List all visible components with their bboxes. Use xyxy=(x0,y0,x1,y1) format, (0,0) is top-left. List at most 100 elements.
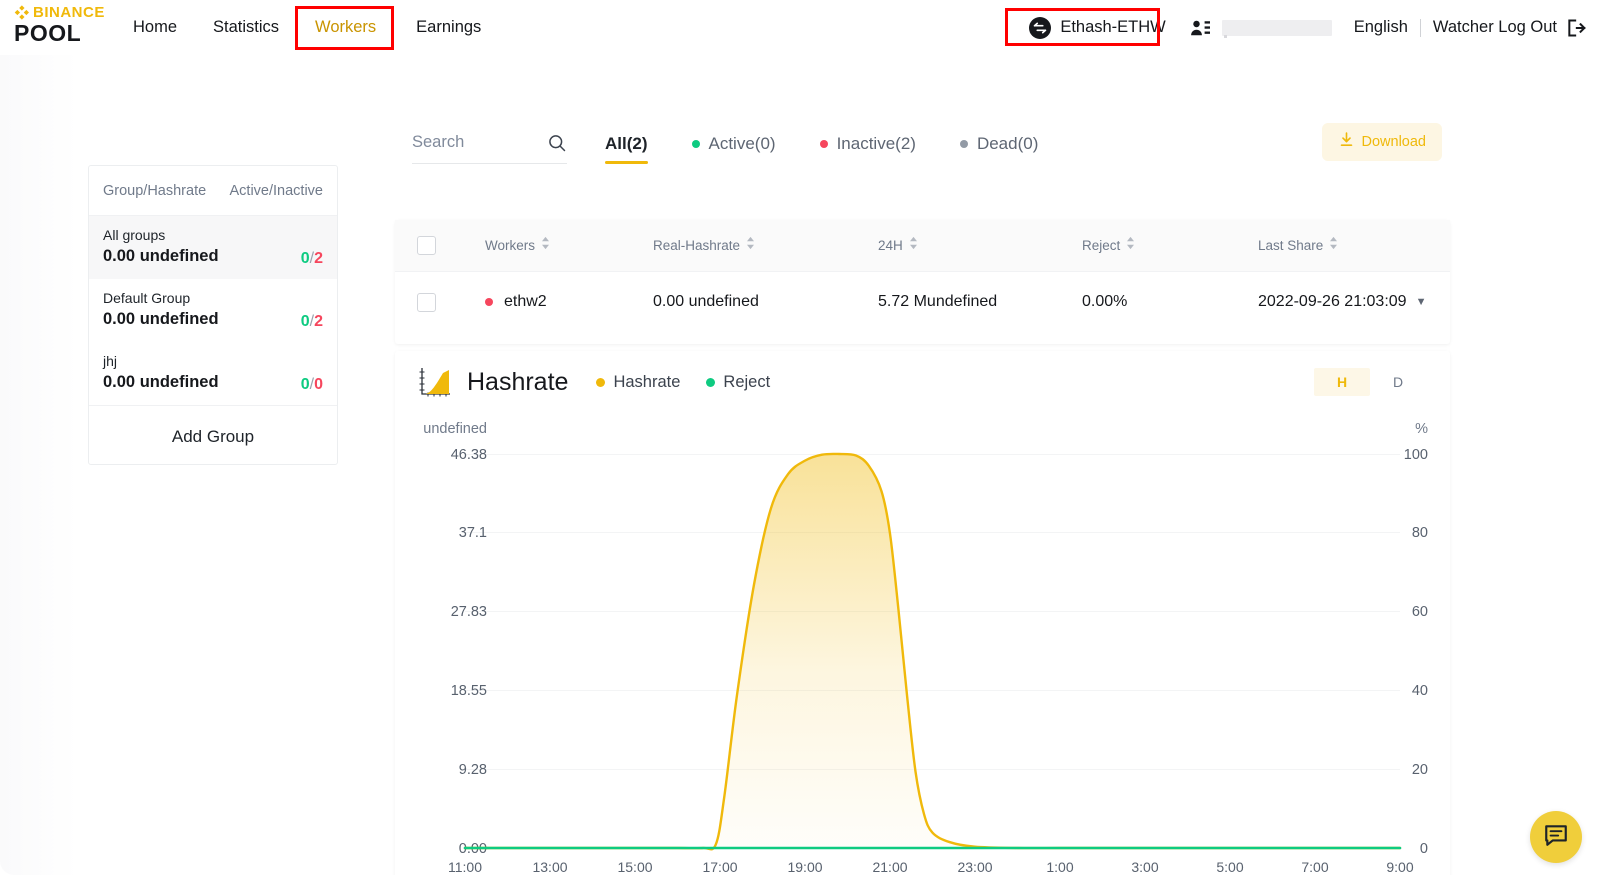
coin-selector[interactable]: Ethash-ETHW xyxy=(1021,16,1173,39)
status-filter-tabs: All(2) Active(0) Inactive(2) Dead(0) xyxy=(605,122,1082,166)
page-body: All(2) Active(0) Inactive(2) Dead(0) xyxy=(0,55,1600,875)
worker-last-share: 2022-09-26 21:03:09 xyxy=(1258,293,1407,310)
coin-swap-icon xyxy=(1029,16,1052,39)
row-checkbox[interactable] xyxy=(417,292,436,312)
group-inactive-count: 2 xyxy=(314,313,323,330)
search-icon[interactable] xyxy=(547,133,567,153)
left-edge-gradient xyxy=(0,55,78,875)
nav-item-statistics[interactable]: Statistics xyxy=(213,18,279,37)
header-reject[interactable]: Reject xyxy=(1058,236,1238,255)
download-label: Download xyxy=(1361,134,1427,150)
bar-chart-icon xyxy=(417,365,453,399)
group-hashrate: 0.00 undefined xyxy=(103,310,219,328)
group-counts: 0/2 xyxy=(301,313,323,331)
page-root: BINANCE POOL Home Statistics Workers Ear… xyxy=(0,0,1600,875)
group-counts: 0/2 xyxy=(301,250,323,268)
header-last-share-label: Last Share xyxy=(1258,238,1324,253)
add-group-button[interactable]: Add Group xyxy=(89,405,337,467)
group-inactive-count: 2 xyxy=(314,250,323,267)
row-select-cell xyxy=(395,292,453,312)
group-name: Default Group xyxy=(103,290,191,306)
table-row[interactable]: ethw2 0.00 undefined 5.72 Mundefined 0.0… xyxy=(395,272,1450,332)
chart-range-toggle: H D xyxy=(1314,368,1426,396)
range-button-hour[interactable]: H xyxy=(1314,368,1370,396)
worker-name: ethw2 xyxy=(504,293,547,310)
range-button-day[interactable]: D xyxy=(1370,368,1426,396)
chart-legend: Hashrate Reject xyxy=(596,373,770,392)
row-real-hashrate-cell: 0.00 undefined xyxy=(643,293,858,311)
header-divider xyxy=(1419,18,1421,37)
row-last-share-cell: 2022-09-26 21:03:09 ▼ xyxy=(1238,293,1448,311)
legend-dot-hashrate-icon xyxy=(596,377,606,387)
x-tick-label: 3:00 xyxy=(1131,859,1159,875)
chat-support-button[interactable] xyxy=(1530,811,1582,863)
chart-series-layer xyxy=(463,452,1402,851)
header-workers-label: Workers xyxy=(485,238,536,253)
header-real-hashrate[interactable]: Real-Hashrate xyxy=(643,236,858,255)
sort-icon[interactable] xyxy=(746,236,755,255)
download-button[interactable]: Download xyxy=(1321,123,1442,161)
watcher-logout-label[interactable]: Watcher Log Out xyxy=(1433,18,1557,37)
status-dot-active-icon xyxy=(691,140,700,148)
group-row-default-group[interactable]: Default Group 0.00 undefined 0/2 xyxy=(89,279,337,342)
x-tick-label: 21:00 xyxy=(872,859,908,875)
group-name: All groups xyxy=(103,227,166,243)
search-input[interactable] xyxy=(412,133,522,152)
group-name: jhj xyxy=(103,353,118,369)
tab-all[interactable]: All(2) xyxy=(605,122,648,166)
search-box[interactable] xyxy=(412,122,567,164)
worker-status-dot-icon xyxy=(485,298,493,306)
language-selector[interactable]: English xyxy=(1354,18,1408,37)
row-expand-chevron-down-icon[interactable]: ▼ xyxy=(1416,296,1427,308)
row-reject-cell: 0.00% xyxy=(1058,293,1238,311)
tab-inactive-label: Inactive(2) xyxy=(836,134,916,153)
chat-bubble-icon xyxy=(1543,822,1569,853)
x-tick-label: 19:00 xyxy=(787,859,823,875)
sort-icon[interactable] xyxy=(541,236,550,255)
header-24h-label: 24H xyxy=(878,238,903,253)
nav-item-workers[interactable]: Workers xyxy=(315,18,376,37)
tab-active[interactable]: Active(0) xyxy=(691,122,776,166)
tab-active-label: Active(0) xyxy=(708,134,776,153)
worker-real-hashrate: 0.00 undefined xyxy=(653,293,759,310)
sort-icon[interactable] xyxy=(909,236,918,255)
group-header-hashrate: Group/Hashrate xyxy=(103,182,207,199)
x-tick-label: 13:00 xyxy=(532,859,568,875)
header-24h[interactable]: 24H xyxy=(858,236,1058,255)
group-hashrate: 0.00 undefined xyxy=(103,247,219,265)
nav-item-earnings[interactable]: Earnings xyxy=(416,18,481,37)
nav-item-home[interactable]: Home xyxy=(133,18,177,37)
row-24h-cell: 5.72 Mundefined xyxy=(858,293,1058,311)
group-counts: 0/0 xyxy=(301,376,323,394)
group-list-header: Group/Hashrate Active/Inactive xyxy=(89,166,337,216)
header-last-share[interactable]: Last Share xyxy=(1238,236,1448,255)
x-tick-label: 1:00 xyxy=(1046,859,1074,875)
binance-pool-logo[interactable]: BINANCE POOL xyxy=(14,5,134,51)
header-workers[interactable]: Workers xyxy=(453,236,643,255)
select-all-checkbox[interactable] xyxy=(417,236,436,255)
tab-dead[interactable]: Dead(0) xyxy=(959,122,1038,166)
legend-item-reject[interactable]: Reject xyxy=(706,373,770,392)
sort-icon[interactable] xyxy=(1329,236,1338,255)
binance-diamond-icon xyxy=(14,5,29,20)
group-list-card: Group/Hashrate Active/Inactive All group… xyxy=(88,165,338,465)
workers-table-header: Workers Real-Hashrate 24H Reject Last Sh… xyxy=(395,220,1450,272)
x-tick-label: 17:00 xyxy=(702,859,738,875)
worker-24h: 5.72 Mundefined xyxy=(878,293,998,310)
group-inactive-count: 0 xyxy=(314,376,323,393)
top-navigation-bar: BINANCE POOL Home Statistics Workers Ear… xyxy=(0,0,1600,55)
group-active-count: 0 xyxy=(300,313,310,330)
logo-text-binance: BINANCE xyxy=(33,4,105,21)
group-header-activity: Active/Inactive xyxy=(229,182,324,199)
sort-icon[interactable] xyxy=(1126,236,1135,255)
logout-icon[interactable] xyxy=(1566,18,1586,38)
row-worker-cell: ethw2 xyxy=(453,293,643,311)
legend-item-hashrate[interactable]: Hashrate xyxy=(596,373,680,392)
group-row-all-groups[interactable]: All groups 0.00 undefined 0/2 xyxy=(89,216,337,279)
chart-plot-area: undefined % 46.38 37.1 27.83 18.55 9.28 … xyxy=(395,413,1450,875)
workers-toolbar: All(2) Active(0) Inactive(2) Dead(0) xyxy=(395,112,1450,172)
group-row-jhj[interactable]: jhj 0.00 undefined 0/0 xyxy=(89,342,337,405)
tab-inactive[interactable]: Inactive(2) xyxy=(819,122,916,166)
header-select-all-cell xyxy=(395,236,453,255)
user-list-icon[interactable] xyxy=(1190,19,1212,37)
